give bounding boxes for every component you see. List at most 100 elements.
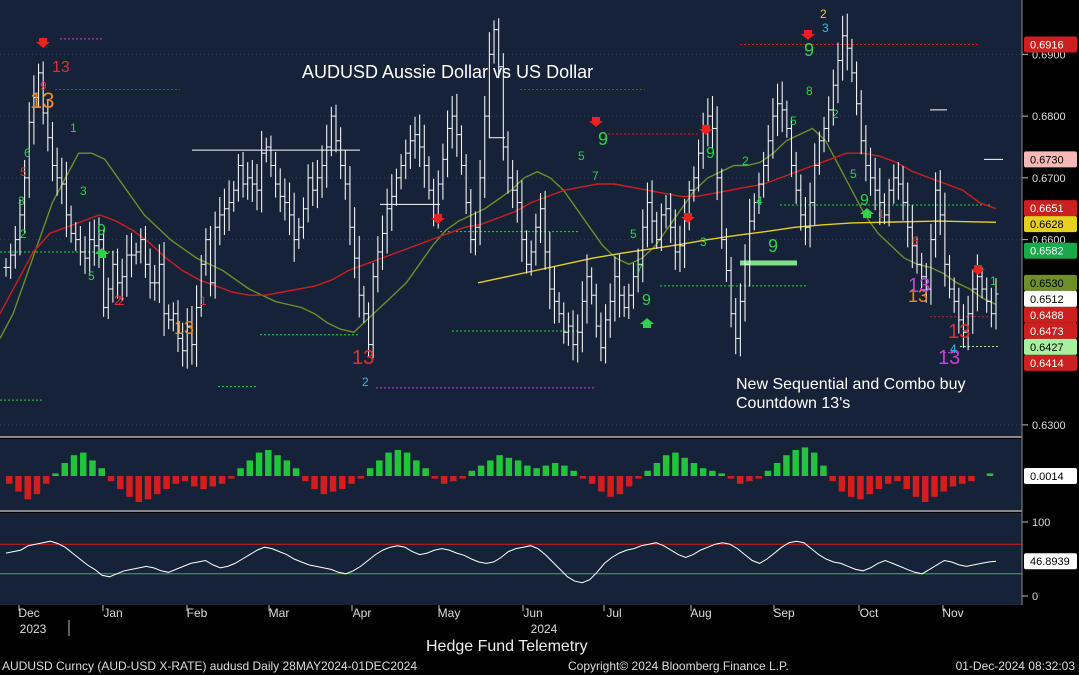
osc-tick-label: 100 (1032, 517, 1050, 529)
histogram-bar (903, 476, 910, 489)
histogram-bar (394, 450, 402, 476)
histogram-bar (487, 460, 494, 476)
time-tick-label: Nov (942, 606, 963, 620)
histogram-bar (709, 470, 716, 476)
histogram-bar (15, 476, 22, 492)
time-tick-label: May (438, 606, 461, 620)
count-digit: 2 (362, 375, 369, 389)
price-tag-label: 0.6414 (1030, 358, 1064, 370)
price-tag-label: 0.6473 (1030, 326, 1064, 338)
sequential-count: 9 (804, 40, 814, 60)
histogram-bar (61, 463, 68, 476)
histogram-bar (80, 452, 87, 476)
sequential-count: 9 (706, 145, 715, 162)
price-tag-label: 0.6512 (1030, 294, 1064, 306)
histogram-bar (126, 476, 133, 497)
histogram-bar (736, 476, 744, 484)
histogram-bar (588, 476, 596, 484)
histogram-bar (598, 476, 605, 492)
histogram-bar (255, 452, 263, 476)
count-digit: 5 (630, 227, 637, 241)
histogram-bar (237, 468, 244, 476)
footer-security: AUDUSD Curncy (AUD-USD X-RATE) audusd Da… (2, 659, 418, 673)
price-tag-label: 0.6530 (1030, 278, 1064, 290)
histogram-bar (450, 476, 457, 482)
chart-title: AUDUSD Aussie Dollar vs US Dollar (302, 62, 594, 82)
count-digit: 4 (950, 342, 957, 356)
histogram-bar (875, 476, 883, 489)
count-digit: 5 (20, 165, 27, 179)
histogram-bar (348, 476, 355, 484)
histogram-bar (200, 476, 207, 489)
count-digit: 1 (990, 274, 997, 288)
histogram-bar (690, 463, 698, 476)
osc-tick-label: 0 (1032, 591, 1038, 603)
time-tick-label: Mar (269, 606, 290, 620)
histogram-bar (625, 476, 633, 487)
histogram-bar (801, 447, 809, 476)
sequential-count: 9 (598, 129, 608, 149)
histogram-bar (468, 470, 476, 476)
histogram-bar (302, 476, 309, 482)
histogram-bar (385, 452, 392, 476)
count-digit: 9 (40, 79, 47, 93)
histogram-bar (921, 476, 929, 502)
histogram-bar (727, 476, 735, 479)
histogram-bar (866, 476, 873, 495)
histogram-bar (117, 476, 124, 489)
histogram-bar (459, 476, 466, 479)
count-digit: 6 (24, 146, 31, 160)
histogram-bar (792, 450, 799, 476)
histogram-bar (440, 476, 448, 484)
chart-annotation: New Sequential and Combo buy Countdown 1… (736, 376, 966, 412)
histogram-bar (283, 460, 291, 476)
histogram-bar (857, 476, 864, 500)
histogram-bar (699, 468, 707, 476)
histogram-bar (810, 452, 818, 476)
count-digit: 6 (912, 234, 919, 248)
sequential-count: 9 (97, 222, 106, 239)
histogram-bar (209, 476, 217, 487)
histogram-bar (718, 473, 725, 476)
count-digit: 7 (636, 262, 643, 276)
histogram-bar (218, 476, 226, 484)
histogram-bar (413, 460, 420, 476)
histogram-bar (228, 476, 235, 479)
histogram-bar (163, 476, 170, 489)
sequential-count: 13 (174, 318, 194, 338)
histogram-bar (52, 473, 59, 476)
sequential-count: 9 (860, 192, 869, 209)
axis-tick-label: 0.6800 (1032, 111, 1066, 123)
histogram-bar (653, 463, 661, 476)
histogram-bar (662, 455, 670, 476)
histogram-bar (551, 463, 559, 476)
histogram-bar (542, 465, 550, 476)
count-digit: 2 (742, 154, 749, 168)
sequential-count: 9 (768, 236, 778, 256)
histogram-bar (191, 476, 198, 487)
time-tick-label: Feb (187, 606, 208, 620)
histogram-bar (986, 473, 994, 476)
histogram-bar (43, 476, 50, 484)
count-digit: 1 (878, 207, 885, 221)
count-digit: 3 (822, 21, 829, 35)
count-digit: 2 (118, 294, 125, 308)
histogram-bar (931, 476, 938, 497)
count-digit: 5 (850, 167, 857, 181)
histogram-bar (616, 476, 624, 495)
oscillator-panel-bg (0, 513, 1022, 605)
histogram-bar (98, 468, 105, 476)
count-digit: 2 (832, 107, 839, 121)
histogram-bar (403, 452, 411, 476)
histogram-bar (940, 476, 947, 492)
histogram-bar (773, 463, 781, 476)
count-digit: 5 (578, 149, 585, 163)
histogram-bar (422, 468, 429, 476)
histogram-bar (181, 476, 189, 482)
sequential-count: 13 (52, 59, 70, 76)
histogram-bar (33, 476, 41, 495)
histogram-bar (764, 470, 772, 476)
histogram-value-label: 0.0014 (1030, 471, 1064, 483)
sequential-count: 13 (352, 347, 374, 369)
price-tag-label: 0.6651 (1030, 203, 1064, 215)
